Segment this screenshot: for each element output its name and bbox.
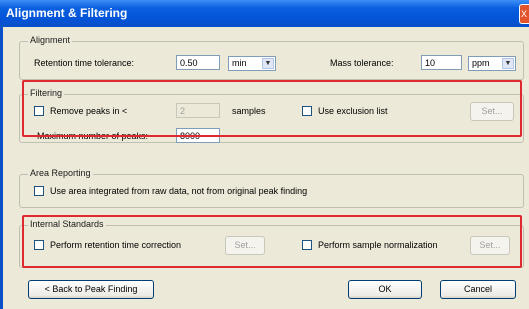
- filtering-highlight-box: [22, 80, 522, 137]
- area-reporting-group-title: Area Reporting: [28, 168, 93, 178]
- chevron-down-icon: ▼: [262, 58, 274, 69]
- close-icon: X: [521, 9, 528, 19]
- back-to-peak-finding-button[interactable]: < Back to Peak Finding: [28, 280, 154, 299]
- area-integrated-checkbox[interactable]: [34, 186, 44, 196]
- chevron-down-icon: ▼: [502, 58, 514, 69]
- mass-unit-value: ppm: [472, 58, 490, 68]
- cancel-button[interactable]: Cancel: [440, 280, 516, 299]
- window-border: [0, 27, 3, 309]
- mass-tolerance-input[interactable]: 10: [421, 55, 462, 70]
- alignment-group-title: Alignment: [28, 35, 73, 45]
- rt-tolerance-input[interactable]: 0.50: [176, 55, 220, 70]
- close-button[interactable]: X: [519, 4, 529, 24]
- rt-unit-value: min: [232, 58, 247, 68]
- rt-tolerance-label: Retention time tolerance:: [34, 58, 135, 68]
- mass-tolerance-label: Mass tolerance:: [330, 58, 394, 68]
- internal-standards-highlight-box: [22, 215, 522, 268]
- mass-unit-select[interactable]: ppm ▼: [468, 56, 516, 71]
- ok-button[interactable]: OK: [348, 280, 422, 299]
- rt-unit-select[interactable]: min ▼: [228, 56, 276, 71]
- window-title: Alignment & Filtering: [6, 6, 128, 20]
- dialog-window: Alignment & Filtering X Alignment Retent…: [0, 0, 529, 309]
- area-integrated-label: Use area integrated from raw data, not f…: [50, 186, 308, 196]
- title-bar[interactable]: Alignment & Filtering X: [0, 0, 529, 27]
